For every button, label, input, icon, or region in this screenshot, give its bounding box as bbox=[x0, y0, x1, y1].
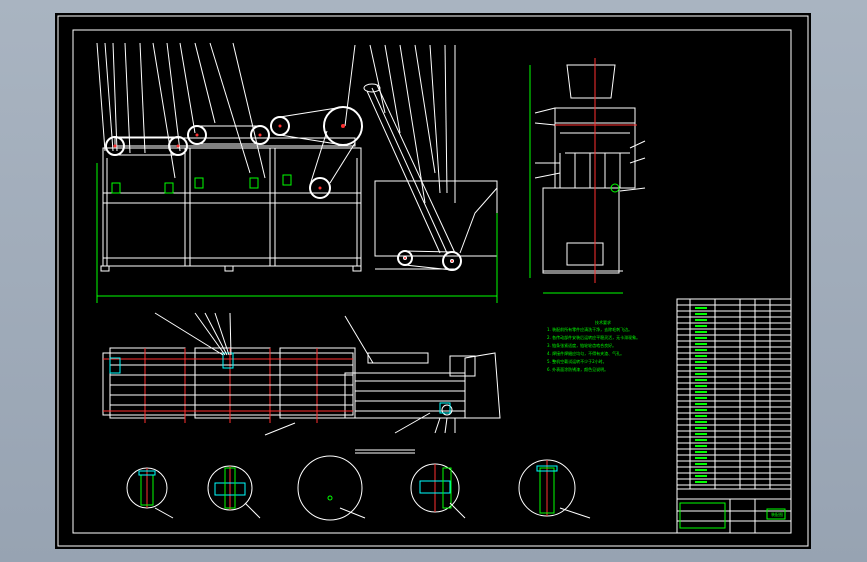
parts-list-entry-mark bbox=[695, 325, 707, 327]
parts-list-entry-mark bbox=[695, 379, 707, 381]
parts-list-entry-mark bbox=[695, 313, 707, 315]
parts-list-rows bbox=[677, 304, 791, 486]
parts-list bbox=[676, 298, 792, 534]
parts-list-entry-mark bbox=[695, 349, 707, 351]
front-accents bbox=[96, 163, 498, 303]
parts-list-entry-mark bbox=[695, 403, 707, 405]
parts-list-entry-mark bbox=[695, 415, 707, 417]
parts-list-entry-mark bbox=[695, 391, 707, 393]
title-block bbox=[677, 499, 791, 533]
parts-list-entry-mark bbox=[695, 457, 707, 459]
parts-list-entry-mark bbox=[695, 445, 707, 447]
parts-list-entry-mark bbox=[695, 469, 707, 471]
parts-list-entry-mark bbox=[695, 433, 707, 435]
parts-list-entry-mark bbox=[695, 409, 707, 411]
inner-frame bbox=[72, 29, 792, 534]
parts-list-entry-mark bbox=[695, 481, 707, 483]
parts-list-entry-mark bbox=[695, 307, 707, 309]
parts-list-entry-mark bbox=[695, 451, 707, 453]
machine-frame bbox=[102, 137, 362, 267]
parts-list-entry-mark bbox=[695, 397, 707, 399]
parts-list-entry-mark bbox=[695, 475, 707, 477]
leader-lines-top bbox=[96, 42, 456, 204]
front-view bbox=[96, 42, 498, 303]
drawing-canvas bbox=[57, 15, 809, 547]
parts-list-entry-mark bbox=[695, 421, 707, 423]
parts-list-entry-mark bbox=[695, 343, 707, 345]
parts-list-entry-mark bbox=[695, 331, 707, 333]
detail-views bbox=[126, 455, 591, 521]
elevator-hopper bbox=[363, 83, 498, 271]
parts-list-entry-mark bbox=[695, 361, 707, 363]
parts-list-entry-mark bbox=[695, 373, 707, 375]
top-view bbox=[102, 312, 501, 454]
parts-list-entry-mark bbox=[695, 385, 707, 387]
parts-list-entry-mark bbox=[695, 427, 707, 429]
side-view bbox=[529, 58, 646, 294]
drawing-sheet: 技术要求 1. 装配前所有零件应清洗干净，去除毛刺飞边。 2. 各传动部件安装后… bbox=[55, 13, 811, 549]
parts-list-entry-mark bbox=[695, 337, 707, 339]
parts-list-entry-mark bbox=[695, 463, 707, 465]
parts-list-entry-mark bbox=[695, 439, 707, 441]
parts-list-entry-mark bbox=[695, 355, 707, 357]
cad-viewport: 技术要求 1. 装配前所有零件应清洗干净，去除毛刺飞边。 2. 各传动部件安装后… bbox=[0, 0, 867, 562]
parts-list-entry-mark bbox=[695, 367, 707, 369]
feet bbox=[100, 265, 362, 272]
parts-list-entry-mark bbox=[695, 319, 707, 321]
